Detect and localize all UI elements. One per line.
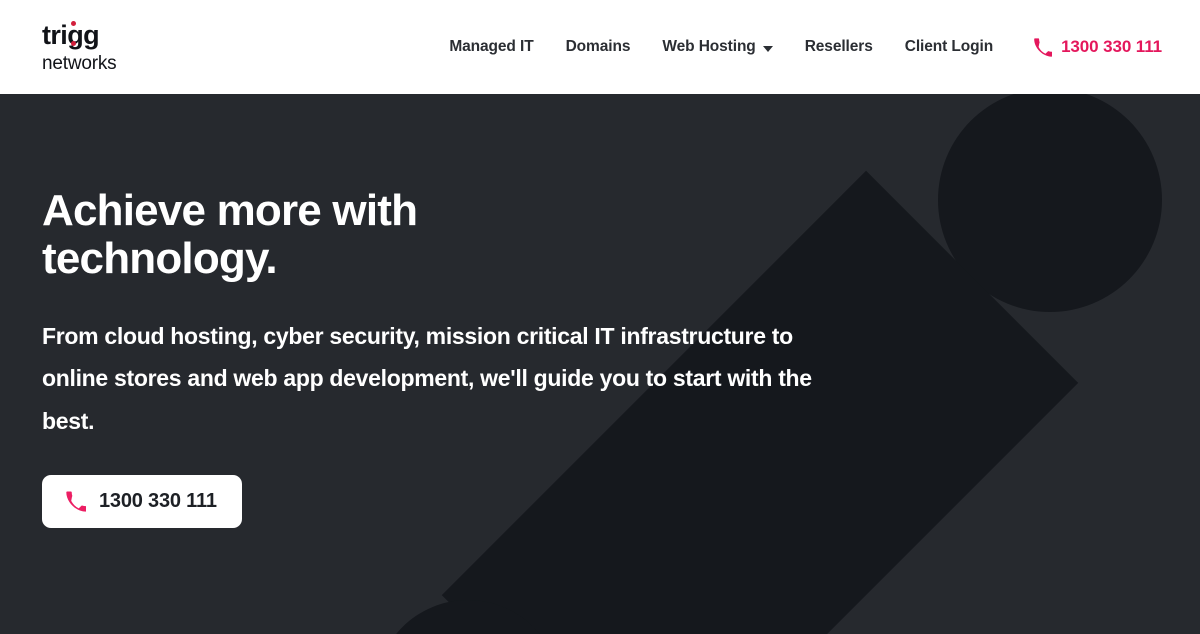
hero-content: Achieve more with technology. From cloud…: [0, 94, 1200, 528]
hero-phone-cta-button[interactable]: 1300 330 111: [42, 474, 242, 528]
logo-dot-lower-icon: [71, 40, 76, 46]
nav-item-web-hosting[interactable]: Web Hosting: [646, 38, 788, 56]
site-logo[interactable]: trigg networks: [42, 20, 117, 74]
nav-label: Client Login: [904, 38, 994, 55]
phone-icon: [66, 490, 86, 512]
header-phone-link[interactable]: 1300 330 111: [1009, 37, 1170, 57]
logo-wordmark-top: trigg: [42, 20, 116, 49]
chevron-down-icon: [762, 46, 773, 52]
hero-cta-label: 1300 330 111: [99, 489, 217, 512]
nav-item-resellers[interactable]: Resellers: [789, 38, 889, 56]
nav-label: Managed IT: [449, 38, 534, 55]
site-header: trigg networks Managed IT Domains Web Ho…: [0, 0, 1200, 94]
main-navigation: Managed IT Domains Web Hosting Resellers…: [433, 37, 1170, 57]
logo-dot-upper-icon: [71, 20, 76, 26]
nav-item-domains[interactable]: Domains: [550, 38, 647, 56]
nav-item-client-login[interactable]: Client Login: [889, 38, 1009, 56]
nav-item-managed-it[interactable]: Managed IT: [433, 38, 549, 56]
nav-label: Web Hosting: [662, 38, 756, 55]
hero-subheading: From cloud hosting, cyber security, miss…: [42, 322, 812, 434]
phone-icon: [1034, 37, 1053, 57]
hero-heading: Achieve more with technology.: [42, 186, 418, 283]
nav-label: Resellers: [804, 38, 873, 55]
nav-label: Domains: [565, 38, 631, 55]
header-phone-number: 1300 330 111: [1061, 37, 1162, 56]
logo-text-networks: networks: [42, 52, 117, 74]
hero-section: Achieve more with technology. From cloud…: [0, 94, 1200, 634]
